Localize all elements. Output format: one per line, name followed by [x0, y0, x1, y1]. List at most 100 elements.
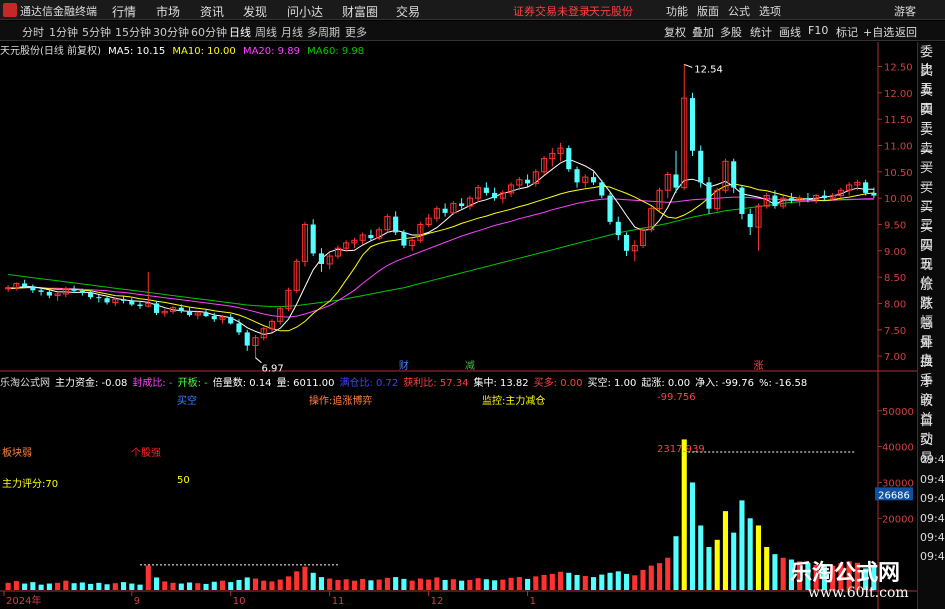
- add-watchlist-button[interactable]: +自选: [863, 24, 894, 40]
- candle-body: [574, 169, 580, 183]
- ann-monitor: 监控:主力减仓: [482, 396, 546, 407]
- volume-bar: [318, 577, 324, 590]
- volume-bar: [203, 583, 209, 590]
- price-tick-label: 9.50: [884, 220, 906, 231]
- sidebar-item-24[interactable]: 09:48: [920, 510, 945, 528]
- volume-bar: [401, 578, 407, 590]
- stock-title: 天元股份: [589, 5, 633, 18]
- menu-markets[interactable]: 市场: [156, 3, 180, 20]
- high-label: 12.54: [694, 64, 723, 75]
- indicator-field-5: 满仓比: 0.72: [339, 378, 399, 389]
- volume-bar: [71, 583, 77, 590]
- tab-5min[interactable]: 5分钟: [82, 24, 111, 40]
- volume-bar: [689, 482, 696, 590]
- fuquan-button[interactable]: 复权: [664, 24, 686, 40]
- menu-news[interactable]: 资讯: [200, 3, 224, 20]
- volume-bar: [376, 579, 382, 590]
- overlay-button[interactable]: 叠加: [692, 24, 714, 40]
- draw-line-button[interactable]: 画线: [779, 24, 801, 40]
- menu-trade[interactable]: 交易: [396, 3, 420, 20]
- volume-bar: [219, 580, 226, 590]
- menu-options[interactable]: 选项: [759, 3, 781, 19]
- volume-bar: [277, 579, 283, 590]
- volume-bar: [30, 582, 36, 590]
- volume-bar: [681, 439, 687, 590]
- volume-bar: [294, 571, 300, 590]
- volume-bar: [516, 577, 522, 590]
- tab-weekly[interactable]: 周线: [255, 24, 277, 40]
- volume-bar: [343, 579, 349, 590]
- ann-2317: 2317.939: [657, 444, 705, 455]
- candle-body: [393, 216, 399, 233]
- menu-guest[interactable]: 游客: [894, 3, 916, 19]
- volume-bar: [228, 582, 234, 590]
- sidebar-item-21[interactable]: 09:46: [920, 451, 945, 469]
- x-tick-label: 12: [431, 596, 444, 607]
- sidebar-item-22[interactable]: 09:47: [920, 471, 945, 489]
- volume-bar: [706, 546, 712, 590]
- indicator-name: 乐淘公式网: [0, 378, 50, 389]
- f10-button[interactable]: F10: [808, 24, 828, 37]
- volume-bar: [137, 584, 143, 590]
- candle-body: [706, 182, 712, 209]
- candle-body: [739, 187, 745, 214]
- statistics-button[interactable]: 统计: [750, 24, 772, 40]
- x-tick-label: 11: [332, 596, 345, 607]
- menu-wealth[interactable]: 财富圈: [342, 3, 378, 20]
- volume-bar: [780, 557, 786, 590]
- volume-bar: [368, 580, 374, 590]
- candle-body: [79, 290, 85, 293]
- volume-bar: [121, 582, 127, 590]
- candle-body: [863, 182, 869, 193]
- tab-intraday[interactable]: 分时: [22, 24, 44, 40]
- volume-bar: [360, 578, 366, 590]
- tab-more[interactable]: 更多: [345, 24, 367, 40]
- candle-body: [492, 192, 498, 199]
- volume-bar: [417, 578, 423, 590]
- volume-bar: [714, 539, 720, 590]
- volume-bar: [442, 579, 448, 590]
- menu-layout[interactable]: 版面: [697, 3, 719, 19]
- tab-monthly[interactable]: 月线: [281, 24, 303, 40]
- multi-stock-button[interactable]: 多股: [720, 24, 742, 40]
- price-tick-label: 9.00: [884, 247, 906, 258]
- menu-discover[interactable]: 发现: [243, 3, 267, 20]
- ann-sector-weak: 板块弱: [2, 448, 32, 459]
- volume-bar: [722, 511, 729, 590]
- tab-multi-period[interactable]: 多周期: [307, 24, 340, 40]
- tab-30min[interactable]: 30分钟: [153, 24, 189, 40]
- candle-body: [88, 292, 94, 298]
- volume-tick-label: 20000: [882, 514, 914, 525]
- candle-body: [22, 283, 28, 287]
- mark-button[interactable]: 标记: [836, 24, 858, 40]
- back-button[interactable]: 返回: [895, 24, 917, 40]
- volume-tick-label: 40000: [882, 443, 914, 454]
- sidebar-item-23[interactable]: 09:47: [920, 490, 945, 508]
- kline-chart[interactable]: 12.50 12.00 11.50 11.00 10.50 10.00 9.50 9.00 8.…: [0, 42, 917, 609]
- tab-15min[interactable]: 15分钟: [115, 24, 151, 40]
- candle-body: [788, 198, 794, 201]
- login-warning[interactable]: 证券交易未登录: [513, 3, 590, 19]
- candle-body: [821, 195, 827, 199]
- menu-formula[interactable]: 公式: [728, 3, 750, 19]
- period-toolbar: 分时 1分钟 5分钟 15分钟 30分钟 60分钟 日线 周线 月线 多周期 更…: [0, 21, 945, 41]
- menu-market[interactable]: 行情: [112, 3, 136, 20]
- volume-bar: [55, 582, 61, 590]
- watermark-url: www.60lt.com: [808, 585, 909, 601]
- menu-function[interactable]: 功能: [666, 3, 688, 19]
- candle-body: [747, 213, 753, 228]
- candle-body: [615, 221, 621, 236]
- volume-bar: [335, 579, 341, 590]
- tab-60min[interactable]: 60分钟: [191, 24, 227, 40]
- volume-bar: [607, 572, 613, 590]
- volume-bar: [5, 582, 11, 590]
- tab-1min[interactable]: 1分钟: [49, 24, 78, 40]
- volume-bar: [178, 583, 184, 590]
- candle-body: [30, 286, 36, 291]
- price-tick-label: 11.50: [884, 115, 913, 126]
- sidebar-item-25[interactable]: 09:48: [920, 529, 945, 547]
- x-tick-label: 10: [233, 596, 246, 607]
- sidebar-item-26[interactable]: 09:48: [920, 548, 945, 566]
- tab-daily[interactable]: 日线: [229, 24, 251, 40]
- menu-xiaoda[interactable]: 问小达: [287, 3, 323, 20]
